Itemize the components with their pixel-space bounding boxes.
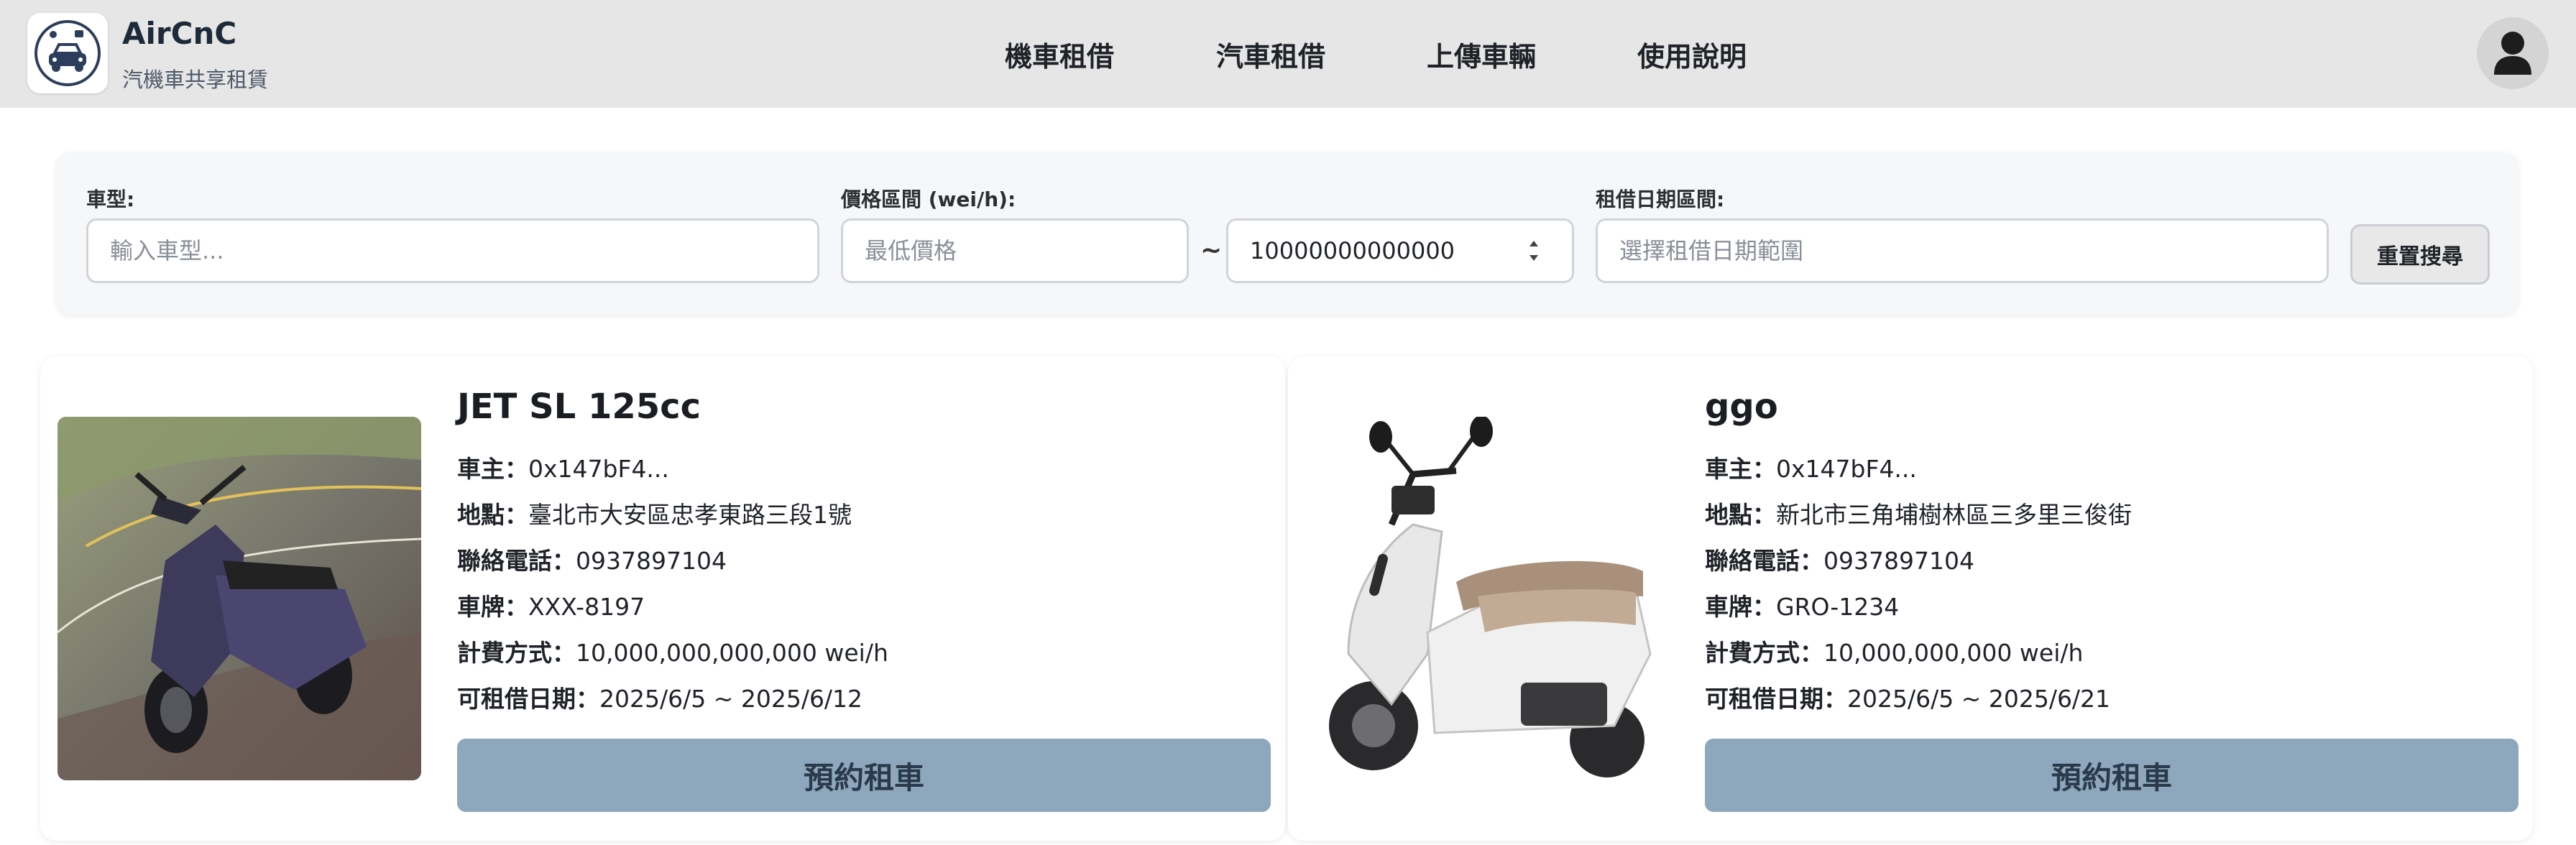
vehicle-name: ggo [1705,387,1778,427]
vehicle-photo [1305,417,1669,780]
car-logo-icon [34,20,101,86]
price-label: 計費方式： [457,639,576,667]
vehicle-photo [58,417,421,780]
owner-label: 車主： [457,455,528,483]
plate-row: 車牌：XXX-8197 [457,588,645,622]
phone-value: 0937897104 [1823,547,1974,575]
vehicle-card: JET SL 125cc 車主：0x147bF4... 地點：臺北市大安區忠孝東… [40,356,1285,841]
nav-instructions[interactable]: 使用說明 [1637,34,1747,74]
price-value: 10,000,000,000 wei/h [1823,639,2084,667]
vehicle-type-input[interactable] [86,218,819,283]
price-range-label: 價格區間 (wei/h): [841,188,1016,211]
location-row: 地點：新北市三角埔樹林區三多里三俊街 [1705,496,2132,530]
app-logo[interactable] [27,13,108,93]
nav-upload-vehicle[interactable]: 上傳車輛 [1427,34,1536,74]
user-icon [2494,32,2531,75]
book-rental-button[interactable]: 預約租車 [1705,739,2518,812]
dates-label: 可租借日期： [457,685,599,713]
owner-value: 0x147bF4... [1776,455,1917,483]
price-row: 計費方式：10,000,000,000 wei/h [1705,634,2083,668]
dates-value: 2025/6/5 ~ 2025/6/12 [599,685,863,713]
rental-date-label: 租借日期區間: [1596,188,1725,211]
location-label: 地點： [1705,501,1776,529]
user-avatar-button[interactable] [2477,17,2549,89]
owner-row: 車主：0x147bF4... [457,450,669,484]
price-label: 計費方式： [1705,639,1823,667]
phone-row: 聯絡電話：0937897104 [457,542,727,576]
book-rental-button[interactable]: 預約租車 [457,739,1271,812]
dates-value: 2025/6/5 ~ 2025/6/21 [1847,685,2111,713]
dates-label: 可租借日期： [1705,685,1847,713]
app-title: AirCnC [122,16,237,51]
price-value: 10,000,000,000,000 wei/h [576,639,888,667]
reset-search-button[interactable]: 重置搜尋 [2350,224,2490,285]
phone-row: 聯絡電話：0937897104 [1705,542,1974,576]
app-subtitle: 汽機車共享租賃 [122,68,269,92]
min-price-input[interactable] [841,218,1189,283]
number-spinner-icon[interactable] [1527,235,1541,267]
vehicle-type-label: 車型: [86,188,135,211]
date-range-input[interactable] [1596,218,2329,283]
location-label: 地點： [457,501,528,529]
dates-row: 可租借日期：2025/6/5 ~ 2025/6/12 [457,680,862,714]
owner-value: 0x147bF4... [528,455,669,483]
owner-row: 車主：0x147bF4... [1705,450,1917,484]
vehicle-card: ggo 車主：0x147bF4... 地點：新北市三角埔樹林區三多里三俊街 聯絡… [1288,356,2533,841]
phone-label: 聯絡電話： [1705,547,1823,575]
top-navbar: AirCnC 汽機車共享租賃 機車租借 汽車租借 上傳車輛 使用說明 [0,0,2576,108]
location-row: 地點：臺北市大安區忠孝東路三段1號 [457,496,852,530]
price-separator: ~ [1200,236,1223,265]
phone-value: 0937897104 [576,547,727,575]
phone-label: 聯絡電話： [457,547,576,575]
price-row: 計費方式：10,000,000,000,000 wei/h [457,634,888,668]
owner-label: 車主： [1705,455,1776,483]
nav-scooter-rental[interactable]: 機車租借 [1005,34,1114,74]
vehicle-name: JET SL 125cc [457,387,702,427]
plate-row: 車牌：GRO-1234 [1705,588,1899,622]
location-value: 臺北市大安區忠孝東路三段1號 [528,501,852,529]
plate-value: XXX-8197 [528,593,645,621]
plate-value: GRO-1234 [1776,593,1900,621]
plate-label: 車牌： [457,593,528,621]
location-value: 新北市三角埔樹林區三多里三俊街 [1776,501,2132,529]
nav-car-rental[interactable]: 汽車租借 [1216,34,1325,74]
plate-label: 車牌： [1705,593,1776,621]
dates-row: 可租借日期：2025/6/5 ~ 2025/6/21 [1705,680,2110,714]
max-price-input[interactable] [1226,218,1574,283]
